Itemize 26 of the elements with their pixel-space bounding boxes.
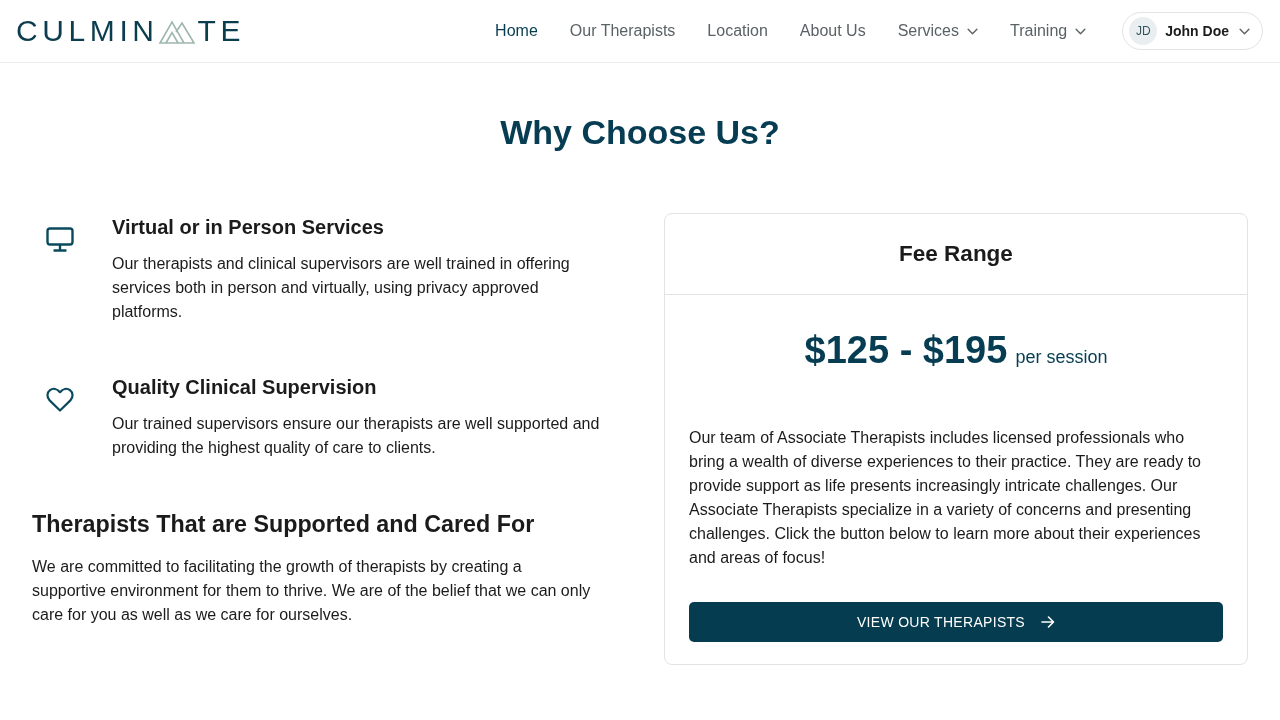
heart-icon: [46, 387, 74, 413]
monitor-icon: [46, 227, 74, 253]
section-title: Why Choose Us?: [499, 112, 781, 153]
feature-description: Our trained supervisors ensure our therapists are well supported and providing the highest quality of care to clients.: [112, 414, 601, 458]
arrow-right-icon: [1041, 616, 1055, 628]
nav-link[interactable]: Our Therapists: [569, 21, 676, 41]
fee-description: Our team of Associate Therapists includes licensed professionals who bring a wealth of diverse experiences to their practice. They are ready to provide support as life presents increasingly intricate challenges. Our Associate Therapists specialize in a variety of concerns and presenting challenges. Click the button below to learn more about their experiences and areas of focus!: [689, 428, 1202, 568]
nav-dropdown[interactable]: Training: [1010, 21, 1087, 41]
user-avatar: JD: [1129, 17, 1158, 45]
support-paragraph: We are committed to facilitating the growth of therapists by creating a supportive environment for them to thrive. We are of the belief that we can only care for you as well as we care for ourselves.: [32, 557, 592, 625]
feature-description: Our therapists and clinical supervisors are well trained in offering services both in person and virtually, using privacy approved platforms.: [112, 254, 571, 322]
mountain-icon: [158, 18, 195, 44]
price-range: $125 - $195: [804, 328, 1008, 372]
nav-dropdown[interactable]: Services: [897, 21, 978, 41]
price-unit: per session: [1015, 347, 1108, 368]
logo-link[interactable]: CULMIN TE: [16, 16, 246, 46]
nav-link[interactable]: Home: [495, 21, 538, 41]
fee-card-title: Fee Range: [665, 214, 1247, 295]
user-menu-button[interactable]: JD John Doe: [1122, 12, 1263, 50]
view-therapists-button[interactable]: VIEW OUR THERAPISTS: [689, 602, 1223, 642]
feature-title: Quality Clinical Supervision: [112, 375, 378, 400]
nav-link[interactable]: Location: [707, 21, 768, 41]
support-heading: Therapists That are Supported and Cared For: [32, 510, 536, 539]
nav-link[interactable]: About Us: [799, 21, 866, 41]
feature-title: Virtual or in Person Services: [112, 215, 385, 240]
chevron-down-icon: [1239, 27, 1250, 35]
